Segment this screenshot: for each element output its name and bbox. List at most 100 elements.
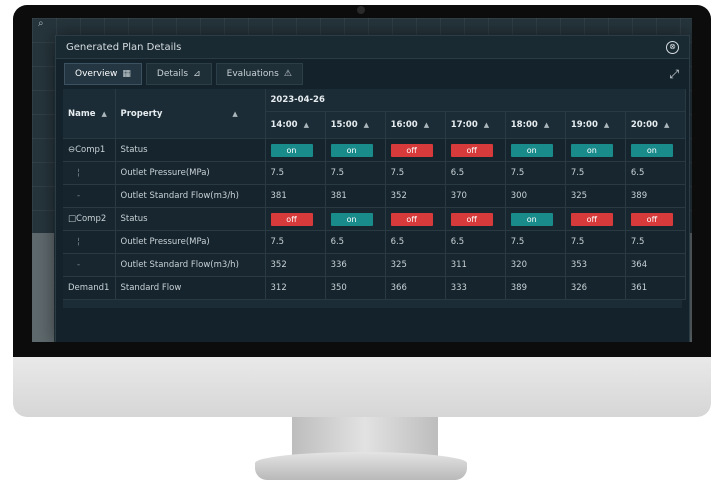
row-property: Outlet Standard Flow(m3/h) [115,184,266,208]
expand-icon[interactable]: ⤢ [669,67,679,82]
table-cell: 6.5 [445,161,506,185]
table-cell: 7.5 [625,230,687,254]
table-cell: 389 [625,184,687,208]
time-label: 20:00 [630,120,658,130]
status-badge: off [270,212,313,226]
column-header-time[interactable]: 14:00 ▲ [265,111,326,139]
status-badge: on [630,143,673,157]
modal-header: Generated Plan Details ⊗ [56,36,689,59]
column-header-property[interactable]: Property ▲ [115,89,266,139]
time-label: 18:00 [510,120,538,130]
table-cell: 350 [325,276,386,300]
column-header-time[interactable]: 18:00 ▲ [505,111,566,139]
table-cell: 381 [265,184,326,208]
sort-icon[interactable]: ▲ [484,121,489,129]
table-cell: 7.5 [385,161,446,185]
table-cell: 325 [385,253,446,277]
table-cell: off [445,207,506,231]
row-name: ¦ [63,161,116,185]
column-header-time[interactable]: 15:00 ▲ [325,111,386,139]
column-header-name[interactable]: Name ▲ [63,89,116,139]
table-cell: off [565,207,626,231]
table-cell: 6.5 [445,230,506,254]
row-property: Outlet Pressure(MPa) [115,161,266,185]
table-cell: off [445,138,506,162]
table-cell: on [505,138,566,162]
table-cell: on [505,207,566,231]
row-name: - [63,253,116,277]
row-property: Outlet Pressure(MPa) [115,230,266,254]
sort-icon[interactable]: ▲ [101,110,106,118]
monitor-stand-base [255,452,467,480]
modal-title: Generated Plan Details [66,41,182,53]
status-badge: on [330,143,373,157]
camera-dot [357,6,365,14]
tab-evaluations[interactable]: Evaluations ⚠ [215,63,303,85]
status-badge: off [390,212,433,226]
table-cell: 6.5 [325,230,386,254]
table-cell: 361 [625,276,687,300]
tab-details-label: Details [156,69,189,79]
sort-icon[interactable]: ▲ [364,121,369,129]
table-cell: 6.5 [625,161,687,185]
time-label: 14:00 [270,120,298,130]
sort-icon[interactable]: ▲ [304,121,309,129]
table-cell: 389 [505,276,566,300]
time-label: 19:00 [570,120,598,130]
sort-icon[interactable]: ▲ [544,121,549,129]
column-header-time[interactable]: 19:00 ▲ [565,111,626,139]
time-label: 16:00 [390,120,418,130]
row-property: Standard Flow [115,276,266,300]
row-name: Demand1 [63,276,116,300]
table-cell: 325 [565,184,626,208]
table-cell: on [625,138,687,162]
time-label: 17:00 [450,120,478,130]
chart-icon: ⊿ [193,69,201,79]
status-badge: off [570,212,613,226]
background-panel-left [32,233,54,342]
row-name[interactable]: □Comp2 [63,207,116,231]
table-cell: on [565,138,626,162]
table-row: ⊖Comp1 Status on on off off on on on [63,138,687,162]
column-header-time[interactable]: 20:00 ▲ [625,111,687,139]
table-cell: 333 [445,276,506,300]
tabs-bar: Overview ▦ Details ⊿ Evaluations ⚠ ⤢ [56,59,689,89]
table-row: ¦ Outlet Pressure(MPa) 7.5 7.5 7.5 6.5 7.5 7.5 6… [63,161,687,185]
table-cell: 352 [265,253,326,277]
table-icon: ▦ [122,69,131,79]
warning-icon: ⚠ [283,69,292,79]
table-cell: on [325,207,386,231]
table-cell: 381 [325,184,386,208]
plan-details-modal: Generated Plan Details ⊗ Overview ▦ Deta… [55,35,690,342]
sort-icon[interactable]: ▲ [424,121,429,129]
table-cell: 7.5 [505,230,566,254]
tab-details[interactable]: Details ⊿ [145,63,212,85]
column-header-time[interactable]: 16:00 ▲ [385,111,446,139]
table-cell: 7.5 [565,161,626,185]
sort-icon[interactable]: ▲ [664,121,669,129]
monitor-screen: ⌕ Generated Plan Details ⊗ Overview ▦ De… [32,18,692,342]
table-cell: 7.5 [325,161,386,185]
table-footer [63,300,682,308]
status-badge: on [510,143,553,157]
row-name: - [63,184,116,208]
close-icon[interactable]: ⊗ [666,40,679,54]
table-cell: 7.5 [505,161,566,185]
table-cell: off [385,207,446,231]
table-cell: off [625,207,687,231]
sort-icon[interactable]: ▲ [604,121,609,129]
status-badge: on [330,212,373,226]
column-header-time[interactable]: 17:00 ▲ [445,111,506,139]
column-header-property-label: Property [120,108,163,119]
column-header-name-label: Name [68,108,96,119]
row-name: ¦ [63,230,116,254]
table-cell: 7.5 [265,230,326,254]
monitor-stand-neck [292,417,438,457]
tab-overview[interactable]: Overview ▦ [64,63,142,85]
row-name[interactable]: ⊖Comp1 [63,138,116,162]
table-row: ¦ Outlet Pressure(MPa) 7.5 6.5 6.5 6.5 7.5 7.5 7… [63,230,687,254]
monitor-chin [13,357,711,417]
app-logo-icon: ⌕ [38,18,44,29]
status-badge: on [270,143,313,157]
sort-icon[interactable]: ▲ [232,110,237,118]
